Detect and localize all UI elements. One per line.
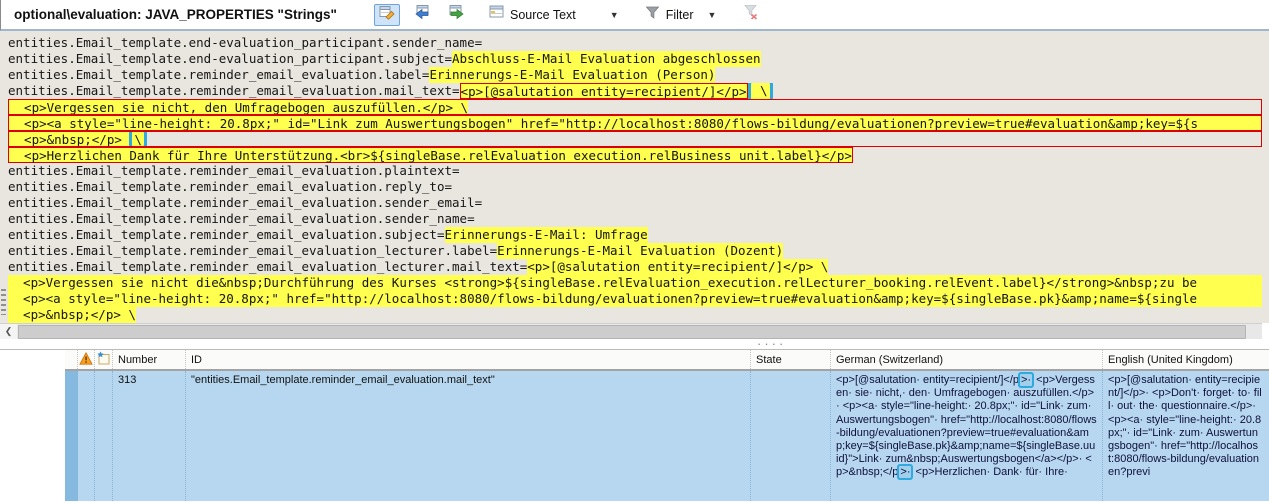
editor-line[interactable]: <p>&nbsp;</p> \: [8, 307, 1262, 323]
number-column-header[interactable]: Number: [113, 350, 186, 369]
scroll-left-button[interactable]: ❮: [0, 323, 17, 340]
row-selector-cell[interactable]: [65, 371, 78, 501]
source-text-label: Source Text: [510, 7, 576, 22]
splitter-handle-icon[interactable]: ····: [757, 336, 786, 351]
table-pencil-icon: [379, 4, 395, 25]
source-text-icon: [489, 5, 504, 24]
state-column-header[interactable]: State: [751, 350, 831, 369]
app-window: optional\evaluation: JAVA_PROPERTIES "St…: [0, 0, 1269, 503]
toolbar: optional\evaluation: JAVA_PROPERTIES "St…: [0, 0, 1269, 31]
tag-column-header[interactable]: [95, 350, 113, 369]
chevron-down-icon: ▼: [609, 9, 619, 20]
strings-grid: Number ID State German (Switzerland) Eng…: [65, 350, 1269, 501]
filter-dropdown[interactable]: Filter ▼: [641, 3, 721, 27]
editor-line[interactable]: entities.Email_template.reminder_email_e…: [8, 67, 1262, 83]
id-cell[interactable]: "entities.Email_template.reminder_email_…: [186, 371, 751, 501]
grid-row-selected[interactable]: 313 "entities.Email_template.reminder_em…: [65, 371, 1269, 501]
funnel-x-icon: [743, 4, 759, 25]
editor-line[interactable]: entities.Email_template.reminder_email_e…: [8, 227, 1262, 243]
filter-label: Filter: [665, 7, 694, 22]
english-column-header[interactable]: English (United Kingdom): [1103, 350, 1269, 369]
row-selector-column-header[interactable]: [65, 350, 78, 369]
editor-resize-handle[interactable]: [1, 289, 6, 315]
editor-line[interactable]: entities.Email_template.reminder_email_e…: [8, 179, 1262, 195]
table-blue-arrow-icon: [414, 4, 430, 25]
editor-line[interactable]: entities.Email_template.reminder_email_e…: [8, 243, 1262, 259]
scroll-thumb[interactable]: [18, 324, 1246, 339]
editor-line[interactable]: <p>Herzlichen Dank für Ihre Unterstützun…: [8, 147, 1262, 163]
edit-string-button[interactable]: [374, 3, 400, 26]
copy-to-translation-button[interactable]: [409, 4, 435, 26]
editor-lines: entities.Email_template.end-evaluation_p…: [8, 35, 1262, 323]
warning-cell[interactable]: [78, 371, 95, 501]
panel-splitter[interactable]: ····: [0, 336, 1269, 351]
editor-line[interactable]: <p>&nbsp;</p> \: [8, 131, 1262, 147]
table-green-arrow-icon: [449, 4, 465, 25]
horizontal-scrollbar[interactable]: ❮: [0, 323, 1262, 340]
editor-line[interactable]: entities.Email_template.end-evaluation_p…: [8, 35, 1262, 51]
copy-to-source-button[interactable]: [444, 4, 470, 26]
editor-line[interactable]: <p>Vergessen sie nicht die&nbsp;Durchfüh…: [8, 275, 1262, 291]
editor-line[interactable]: <p><a style="line-height: 20.8px;" id="L…: [8, 115, 1262, 131]
german-column-header[interactable]: German (Switzerland): [831, 350, 1103, 369]
warning-icon: [79, 351, 93, 368]
tag-cell[interactable]: [95, 371, 113, 501]
funnel-icon: [645, 5, 660, 25]
editor-line[interactable]: entities.Email_template.reminder_email_e…: [8, 211, 1262, 227]
tag-icon: [96, 351, 111, 368]
editor-line[interactable]: <p>Vergessen sie nicht, den Umfragebogen…: [8, 99, 1262, 115]
number-cell[interactable]: 313: [113, 371, 186, 501]
warning-column-header[interactable]: [78, 350, 95, 369]
page-title: optional\evaluation: JAVA_PROPERTIES "St…: [14, 7, 337, 22]
chevron-down-icon: ▼: [707, 9, 717, 20]
editor-line[interactable]: entities.Email_template.end-evaluation_p…: [8, 51, 1262, 67]
source-text-editor[interactable]: entities.Email_template.end-evaluation_p…: [0, 31, 1269, 323]
grid-header-row: Number ID State German (Switzerland) Eng…: [65, 350, 1269, 371]
editor-line[interactable]: <p><a style="line-height: 20.8px;" href=…: [8, 291, 1262, 307]
english-cell[interactable]: <p>[@salutation· entity=recipient/]</p>·…: [1103, 371, 1269, 501]
id-column-header[interactable]: ID: [186, 350, 751, 369]
editor-line[interactable]: entities.Email_template.reminder_email_e…: [8, 195, 1262, 211]
clear-filter-button[interactable]: [738, 4, 764, 26]
editor-line[interactable]: entities.Email_template.reminder_email_e…: [8, 83, 1262, 99]
german-cell[interactable]: <p>[@salutation· entity=recipient/]</p >·…: [831, 371, 1103, 501]
editor-line[interactable]: entities.Email_template.reminder_email_e…: [8, 163, 1262, 179]
editor-line[interactable]: entities.Email_template.reminder_email_e…: [8, 259, 1262, 275]
state-cell[interactable]: [751, 371, 831, 501]
source-text-dropdown[interactable]: Source Text ▼: [485, 3, 623, 26]
whitespace-marker-highlight: >·: [1018, 372, 1035, 388]
